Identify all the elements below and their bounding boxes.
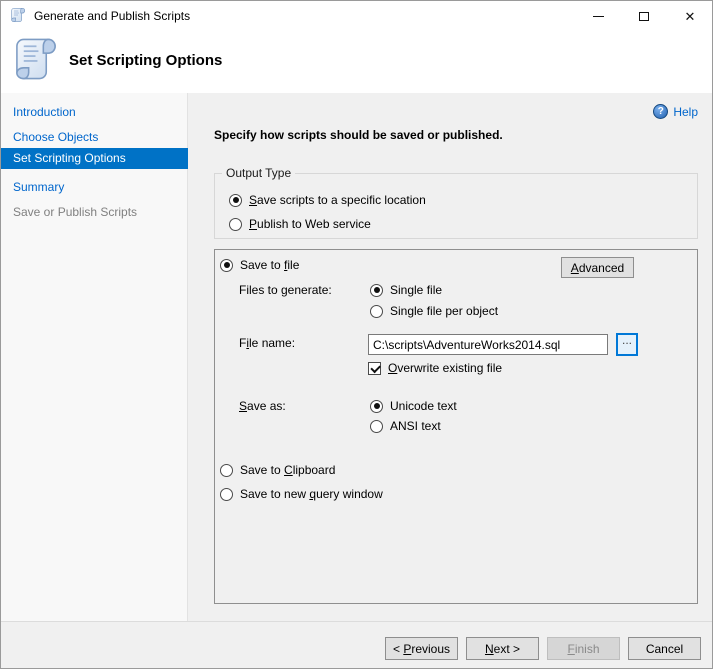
- radio-unselected-icon: [220, 463, 233, 477]
- radio-save-scripts-location[interactable]: Save scripts to a specific location: [229, 192, 426, 208]
- minimize-icon: [592, 15, 604, 17]
- checkbox-checked-icon: [368, 361, 381, 375]
- close-button[interactable]: ✕: [674, 1, 706, 31]
- titlebar[interactable]: Generate and Publish Scripts ✕: [1, 1, 712, 31]
- label-post: ave as:: [247, 399, 286, 413]
- radio-selected-icon: [220, 258, 233, 272]
- maximize-icon: [639, 11, 649, 21]
- radio-unselected-icon: [220, 487, 233, 501]
- browse-label: ...: [621, 333, 632, 347]
- label-post: lipboard: [292, 463, 336, 477]
- radio-label: Save to new query window: [240, 487, 383, 501]
- radio-save-to-clipboard[interactable]: Save to Clipboard: [220, 462, 335, 478]
- label-post: le name:: [249, 336, 296, 350]
- nav-save-or-publish-scripts: Save or Publish Scripts: [13, 205, 138, 219]
- radio-label: Publish to Web service: [249, 217, 371, 231]
- label-accel: A: [570, 260, 579, 275]
- label-accel: P: [249, 217, 258, 231]
- nav-set-scripting-options[interactable]: Set Scripting Options: [1, 148, 188, 169]
- label-accel: F: [567, 641, 575, 656]
- radio-unicode-text[interactable]: Unicode text: [370, 398, 457, 414]
- label-post: dvanced: [578, 260, 625, 275]
- page-title: Set Scripting Options: [69, 52, 223, 69]
- radio-publish-web-service[interactable]: Publish to Web service: [229, 216, 371, 232]
- label-accel: C: [284, 463, 293, 477]
- radio-selected-icon: [229, 193, 242, 207]
- radio-single-file[interactable]: Single file: [370, 282, 442, 298]
- minimize-button[interactable]: [582, 1, 614, 31]
- advanced-button[interactable]: Advanced: [561, 257, 634, 278]
- button-label: Cancel: [646, 642, 683, 656]
- output-type-groupbox: Output Type Save scripts to a specific l…: [214, 166, 698, 239]
- radio-unselected-icon: [370, 419, 383, 433]
- label-accel: S: [239, 399, 248, 413]
- wizard-window: Generate and Publish Scripts ✕ Set Scrip…: [0, 0, 713, 669]
- label-post: ave scripts to a specific location: [257, 193, 426, 207]
- cancel-button[interactable]: Cancel: [628, 637, 701, 660]
- radio-selected-icon: [370, 399, 383, 413]
- file-name-label: File name:: [239, 336, 295, 350]
- next-button[interactable]: Next >: [466, 637, 539, 660]
- nav-summary[interactable]: Summary: [1, 177, 188, 197]
- close-icon: ✕: [684, 8, 696, 24]
- label-post: ext >: [493, 641, 521, 656]
- files-to-generate-label: Files to generate:: [239, 283, 332, 297]
- radio-label: Single file: [390, 283, 443, 297]
- radio-single-file-per-object[interactable]: Single file per object: [370, 303, 498, 319]
- step-heading: Specify how scripts should be saved or p…: [214, 128, 503, 142]
- script-scroll-icon-small: [10, 7, 26, 26]
- radio-unselected-icon: [370, 304, 383, 318]
- save-options-panel: Save to file Advanced Files to generate:…: [214, 249, 698, 604]
- file-name-input[interactable]: [368, 334, 608, 355]
- label-pre: Save to: [240, 258, 285, 272]
- radio-label: Single file per object: [390, 304, 499, 318]
- radio-label: Unicode text: [390, 399, 457, 413]
- label-pre: Save to new: [240, 487, 310, 501]
- wizard-header: Set Scripting Options: [1, 31, 712, 93]
- radio-save-to-new-query-window[interactable]: Save to new query window: [220, 486, 383, 502]
- label-post: uery window: [316, 487, 383, 501]
- label-pre: Save to: [240, 463, 285, 477]
- radio-label: ANSI text: [390, 419, 441, 433]
- previous-button[interactable]: < Previous: [385, 637, 458, 660]
- window-controls: ✕: [582, 1, 712, 31]
- label-post: revious: [411, 641, 451, 656]
- help-link[interactable]: ? Help: [653, 104, 698, 119]
- label-accel: S: [249, 193, 258, 207]
- radio-label: Save to Clipboard: [240, 463, 335, 477]
- button-label: Next >: [485, 642, 520, 656]
- wizard-nav: Introduction Choose Objects Set Scriptin…: [1, 93, 188, 621]
- label-post: ublish to Web service: [257, 217, 371, 231]
- maximize-button[interactable]: [628, 1, 660, 31]
- overwrite-existing-file-checkbox[interactable]: Overwrite existing file: [368, 360, 502, 376]
- label-post: ile: [287, 258, 300, 272]
- footer-divider: [1, 621, 712, 622]
- nav-choose-objects[interactable]: Choose Objects: [1, 127, 188, 147]
- browse-button[interactable]: ...: [616, 333, 638, 356]
- label-post: inish: [574, 641, 600, 656]
- finish-button: Finish: [547, 637, 620, 660]
- radio-label: Save to file: [240, 258, 299, 272]
- label-accel: N: [484, 641, 494, 656]
- checkbox-label: Overwrite existing file: [388, 361, 502, 375]
- window-title: Generate and Publish Scripts: [34, 9, 191, 23]
- label-accel: O: [388, 361, 398, 375]
- nav-introduction[interactable]: Introduction: [1, 102, 188, 122]
- script-scroll-icon: [13, 35, 58, 86]
- output-type-legend: Output Type: [222, 166, 296, 180]
- save-as-label: Save as:: [239, 399, 286, 413]
- button-label: Advanced: [571, 261, 624, 275]
- label-pre: Cancel: [645, 641, 684, 656]
- button-label: Finish: [567, 642, 599, 656]
- radio-selected-icon: [370, 283, 383, 297]
- help-icon: ?: [653, 104, 669, 119]
- radio-unselected-icon: [229, 217, 242, 231]
- label-pre: <: [392, 641, 404, 656]
- button-label: < Previous: [393, 642, 450, 656]
- label-post: verwrite existing file: [397, 361, 503, 375]
- help-label: Help: [673, 104, 698, 119]
- radio-save-to-file[interactable]: Save to file: [220, 257, 299, 273]
- radio-ansi-text[interactable]: ANSI text: [370, 418, 441, 434]
- radio-label: Save scripts to a specific location: [249, 193, 426, 207]
